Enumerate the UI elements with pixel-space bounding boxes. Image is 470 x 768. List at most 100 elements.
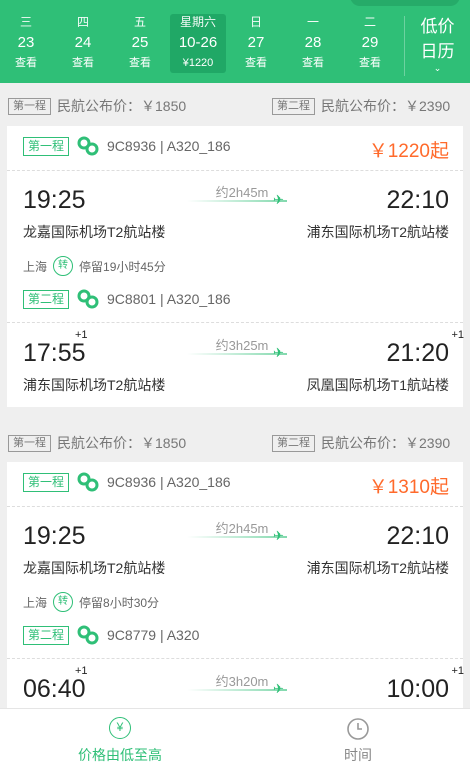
- leg1-header: 第一程 9C8936 | A320_186: [23, 472, 231, 492]
- date-cell-27[interactable]: 日 27 查看: [230, 14, 282, 70]
- published-price: 民航公布价：￥1850: [57, 98, 187, 114]
- flight-number: 9C8801 | A320_186: [107, 291, 231, 307]
- date-sub: 查看: [302, 57, 324, 69]
- sort-by-time-label: 时间: [344, 747, 372, 763]
- date-sub: 查看: [72, 57, 94, 69]
- sort-by-price-label: 价格由低至高: [78, 747, 162, 763]
- flight-number: 9C8936 | A320_186: [107, 474, 231, 490]
- leg-tag: 第二程: [23, 289, 70, 309]
- date-cell-25[interactable]: 五 25 查看: [114, 14, 166, 70]
- leg2-header: 第二程 9C8801 | A320_186: [23, 289, 231, 309]
- date-day: 27: [247, 34, 265, 51]
- date-sub: 查看: [245, 57, 267, 69]
- departure-airport: 龙嘉国际机场T2航站楼: [23, 224, 166, 240]
- arrival-time: 22:10: [386, 522, 449, 550]
- flight-line: [187, 200, 287, 202]
- date-cell-selected[interactable]: 星期六 10-26 ¥1220: [170, 14, 226, 73]
- published-price: 民航公布价：￥2390: [321, 98, 451, 114]
- date-sub: 查看: [129, 57, 151, 69]
- transfer-icon: 转: [53, 592, 74, 612]
- date-weekday: 三: [19, 15, 32, 29]
- departure-airport: 浦东国际机场T2航站楼: [23, 377, 166, 393]
- leg-tag: 第一程: [8, 434, 51, 452]
- low-price-label: 低价: [420, 17, 455, 36]
- date-day: 10-26: [178, 34, 218, 51]
- flight-result-card[interactable]: 第一程 9C8936 | A320_186 ￥1310起 19:25 约2h45…: [7, 462, 464, 708]
- plane-icon: ✈: [273, 192, 284, 207]
- published-price: 民航公布价：￥1850: [57, 435, 187, 451]
- leg-tag: 第一程: [8, 97, 51, 115]
- flight-line: [187, 536, 287, 538]
- divider: [7, 506, 463, 507]
- sort-by-time-tab[interactable]: 时间: [322, 717, 394, 765]
- flight-number: 9C8936 | A320_186: [107, 138, 231, 154]
- date-day: 24: [74, 34, 92, 51]
- divider: [7, 322, 463, 323]
- arrival-airport: 浦东国际机场T2航站楼: [306, 224, 449, 240]
- divider: [7, 170, 463, 171]
- flight-result-card[interactable]: 第一程 9C8936 | A320_186 ￥1220起 19:25 约2h45…: [7, 126, 464, 407]
- departure-time: 19:25: [23, 522, 86, 550]
- date-weekday: 五: [133, 15, 146, 29]
- date-bar: 三 23 查看 四 24 查看 五 25 查看 星期六 10-26 ¥1220 …: [0, 0, 470, 83]
- date-sub: 查看: [359, 57, 381, 69]
- transfer-city: 上海: [23, 259, 48, 274]
- published-price: 民航公布价：￥2390: [321, 435, 451, 451]
- transfer-info: 上海 转 停留8小时30分: [23, 592, 159, 612]
- date-day: 28: [304, 34, 322, 51]
- date-cell-29[interactable]: 二 29 查看: [344, 14, 396, 70]
- arrival-time: 22:10: [386, 186, 449, 214]
- departure-airport: 龙嘉国际机场T2航站楼: [23, 560, 166, 576]
- published-price-row: 第一程 民航公布价：￥1850 第二程 民航公布价：￥2390: [0, 89, 470, 121]
- arrival-airport: 浦东国际机场T2航站楼: [306, 560, 449, 576]
- next-day-marker: +1: [451, 329, 464, 341]
- price-from: ￥1310起: [368, 477, 449, 498]
- divider: [7, 658, 463, 659]
- flight-line: [187, 689, 287, 691]
- leg-tag: 第二程: [272, 97, 315, 115]
- spring-airlines-logo-icon: [77, 289, 99, 309]
- arrival-time: 21:20: [386, 339, 449, 367]
- next-day-marker: +1: [75, 665, 88, 677]
- yuan-icon: ¥: [109, 717, 131, 739]
- date-cell-24[interactable]: 四 24 查看: [57, 14, 109, 70]
- date-day: 25: [131, 34, 149, 51]
- leg-tag: 第一程: [23, 136, 70, 156]
- next-day-marker: +1: [75, 329, 88, 341]
- transfer-icon: 转: [53, 256, 74, 276]
- date-price: ¥1220: [182, 57, 214, 69]
- chevron-down-icon: ⌄: [433, 63, 442, 73]
- transfer-city: 上海: [23, 595, 48, 610]
- departure-time: 06:40: [23, 675, 86, 703]
- spring-airlines-logo-icon: [77, 625, 99, 645]
- departure-time: 19:25: [23, 186, 86, 214]
- calendar-label: 日历: [420, 42, 455, 61]
- leg-tag: 第二程: [272, 434, 315, 452]
- layover-duration: 停留8小时30分: [79, 595, 160, 610]
- plane-icon: ✈: [273, 345, 284, 360]
- date-cell-23[interactable]: 三 23 查看: [0, 14, 52, 70]
- low-price-calendar-button[interactable]: 低价 日历 ⌄: [404, 16, 470, 76]
- sort-by-price-tab[interactable]: ¥ 价格由低至高: [70, 717, 170, 765]
- leg-tag: 第一程: [23, 472, 70, 492]
- transfer-info: 上海 转 停留19小时45分: [23, 256, 166, 276]
- departure-time: 17:55: [23, 339, 86, 367]
- date-cell-28[interactable]: 一 28 查看: [287, 14, 339, 70]
- flight-number: 9C8779 | A320: [107, 627, 200, 643]
- sort-bar: ¥ 价格由低至高 时间: [0, 708, 470, 768]
- date-weekday: 一: [306, 15, 319, 29]
- leg2-header: 第二程 9C8779 | A320: [23, 625, 199, 645]
- next-day-marker: +1: [451, 665, 464, 677]
- plane-icon: ✈: [273, 681, 284, 696]
- flight-line: [187, 353, 287, 355]
- clock-icon: [347, 718, 369, 740]
- leg-tag: 第二程: [23, 625, 70, 645]
- spring-airlines-logo-icon: [77, 472, 99, 492]
- date-weekday: 二: [363, 15, 376, 29]
- arrival-airport: 凤凰国际机场T1航站楼: [306, 377, 449, 393]
- arrival-time: 10:00: [386, 675, 449, 703]
- date-weekday: 星期六: [179, 15, 216, 29]
- plane-icon: ✈: [273, 528, 284, 543]
- layover-duration: 停留19小时45分: [79, 259, 166, 274]
- date-day: 23: [17, 34, 35, 51]
